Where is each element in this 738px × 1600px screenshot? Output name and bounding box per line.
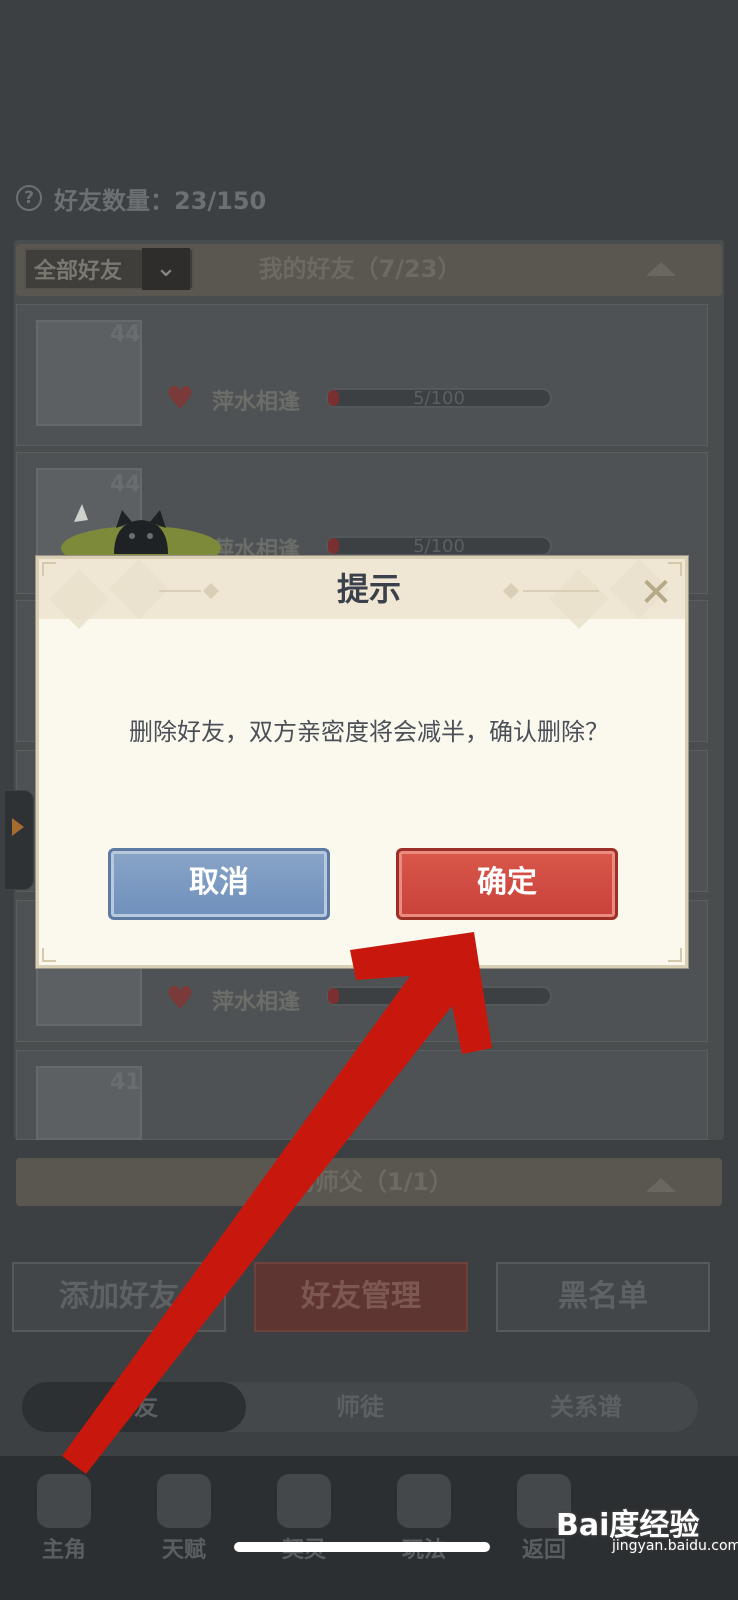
annotation-arrow-icon: [62, 932, 492, 1474]
home-indicator[interactable]: [234, 1542, 490, 1552]
watermark-url: jingyan.baidu.com: [612, 1538, 738, 1554]
